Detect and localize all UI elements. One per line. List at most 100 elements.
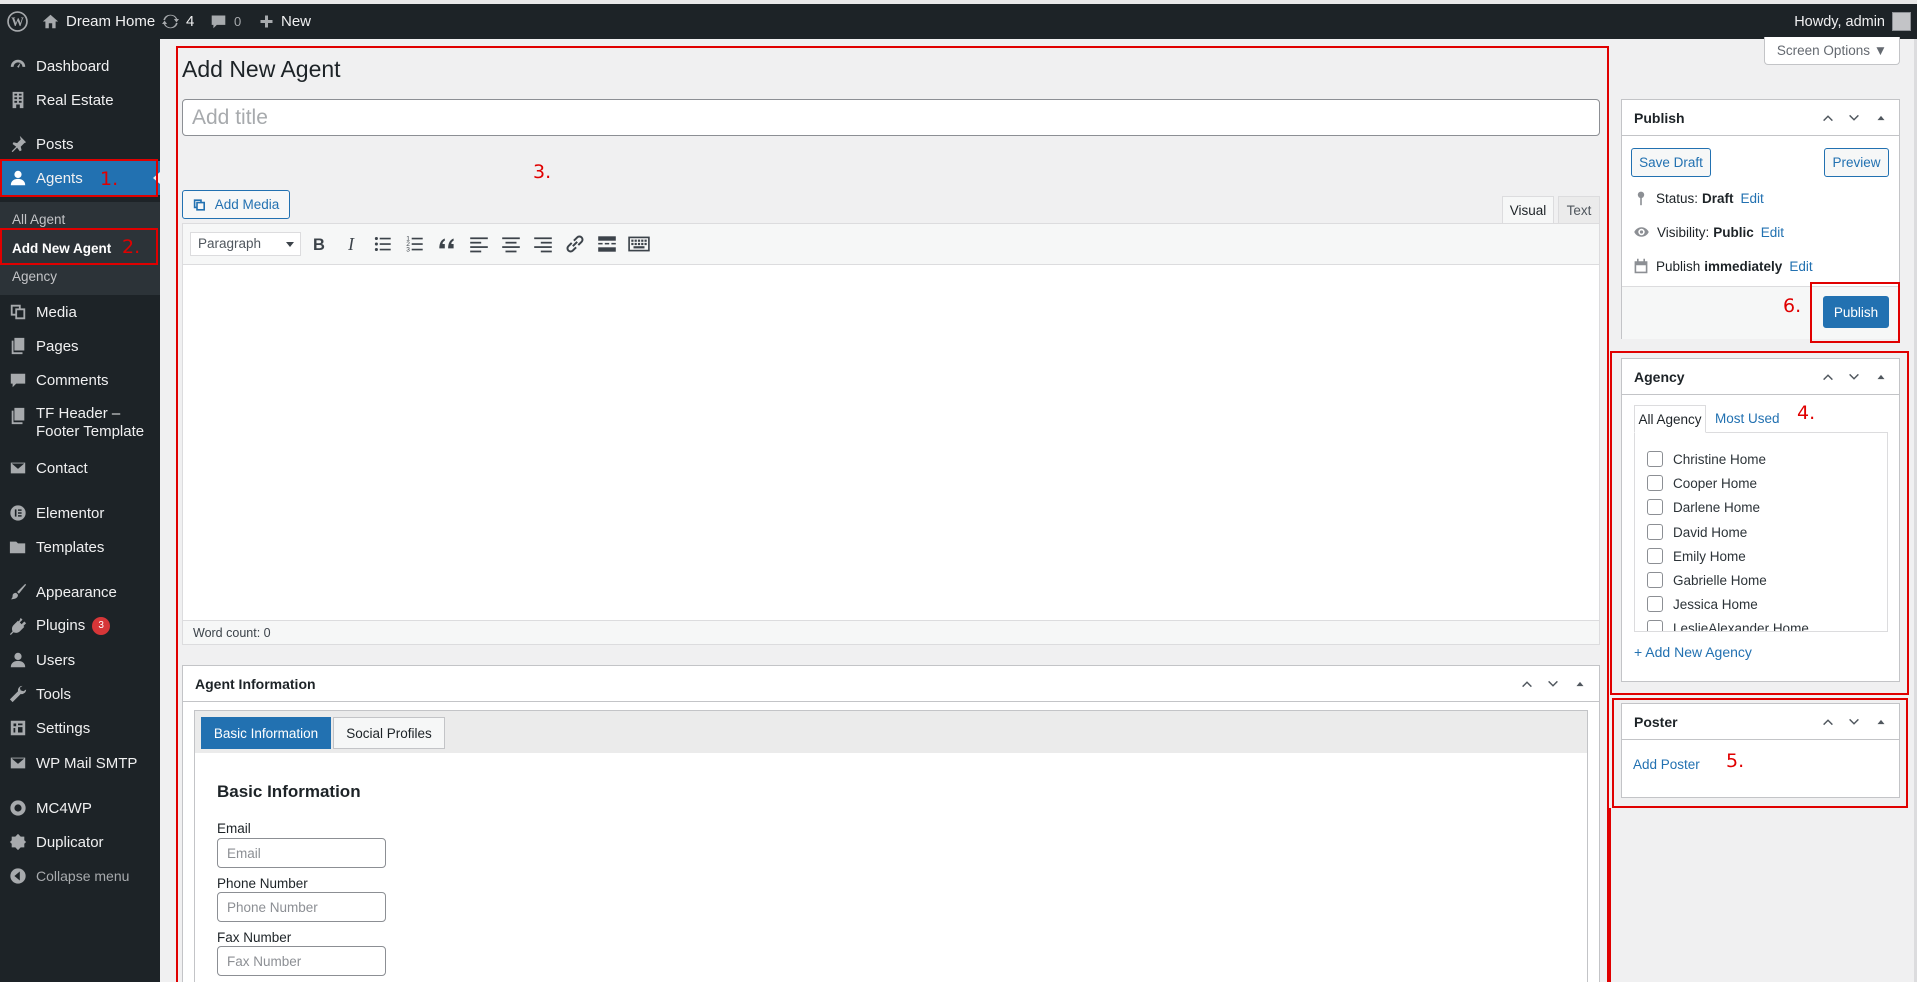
tab-social-profiles[interactable]: Social Profiles bbox=[333, 717, 445, 749]
bulleted-list-icon[interactable] bbox=[372, 233, 394, 255]
menu-mc4wp[interactable]: MC4WP bbox=[0, 791, 160, 825]
menu-contact[interactable]: Contact bbox=[0, 451, 160, 485]
menu-label: Templates bbox=[36, 538, 105, 556]
submenu-add-new-agent[interactable]: Add New Agent bbox=[12, 241, 111, 256]
menu-label: Media bbox=[36, 303, 77, 321]
menu-posts[interactable]: Posts bbox=[0, 127, 160, 161]
menu-real-estate[interactable]: Real Estate bbox=[0, 83, 160, 117]
menu-tools[interactable]: Tools bbox=[0, 677, 160, 711]
link-icon[interactable] bbox=[564, 233, 586, 255]
tab-text[interactable]: Text bbox=[1558, 196, 1600, 224]
menu-label: Dashboard bbox=[36, 57, 110, 75]
poster-box: Poster bbox=[1621, 703, 1900, 798]
edit-status-link[interactable]: Edit bbox=[1741, 191, 1764, 206]
mc4wp-icon bbox=[10, 800, 26, 816]
toggle-panel-icon[interactable] bbox=[1874, 715, 1888, 729]
move-down-icon[interactable] bbox=[1847, 715, 1861, 729]
phone-number-field[interactable] bbox=[217, 892, 386, 922]
menu-dashboard[interactable]: Dashboard bbox=[0, 49, 160, 83]
move-up-icon[interactable] bbox=[1821, 111, 1835, 125]
agency-checklist[interactable] bbox=[1634, 432, 1888, 632]
agent-tabs-panel bbox=[194, 710, 1588, 982]
pages-icon bbox=[11, 337, 25, 355]
post-title-input[interactable] bbox=[182, 99, 1600, 136]
status-value: Draft bbox=[1702, 190, 1734, 206]
tab-all-agency[interactable]: All Agency bbox=[1634, 405, 1706, 433]
editor-statusbar: Word count: 0 bbox=[183, 620, 1599, 644]
edit-publish-time-link[interactable]: Edit bbox=[1789, 259, 1812, 274]
menu-label: Appearance bbox=[36, 583, 117, 601]
basic-information-heading: Basic Information bbox=[217, 782, 361, 801]
menu-users[interactable]: Users bbox=[0, 643, 160, 677]
toggle-panel-icon[interactable] bbox=[1874, 111, 1888, 125]
toolbar-toggle-icon[interactable] bbox=[628, 233, 650, 255]
add-new-agency-link[interactable]: + Add New Agency bbox=[1634, 644, 1752, 660]
new-content-link[interactable]: New bbox=[259, 4, 311, 39]
editor-content-area[interactable] bbox=[183, 265, 1599, 621]
menu-plugins[interactable]: Plugins 3 bbox=[0, 609, 160, 643]
edit-visibility-link[interactable]: Edit bbox=[1761, 225, 1784, 240]
toggle-panel-icon[interactable] bbox=[1874, 370, 1888, 384]
move-down-icon[interactable] bbox=[1847, 370, 1861, 384]
save-draft-button[interactable]: Save Draft bbox=[1631, 148, 1711, 177]
blockquote-icon[interactable] bbox=[436, 233, 458, 255]
move-up-icon[interactable] bbox=[1821, 715, 1835, 729]
comments-link[interactable]: 0 bbox=[210, 4, 241, 39]
menu-appearance[interactable]: Appearance bbox=[0, 575, 160, 609]
collapse-menu-button[interactable]: Collapse menu bbox=[0, 859, 160, 893]
menu-tf-header-footer[interactable]: TF Header – Footer Template bbox=[0, 399, 160, 449]
users-icon bbox=[10, 652, 26, 668]
publish-button[interactable]: Publish bbox=[1823, 296, 1889, 328]
align-left-icon[interactable] bbox=[468, 233, 490, 255]
italic-icon[interactable]: I bbox=[340, 233, 362, 255]
menu-media[interactable]: Media bbox=[0, 295, 160, 329]
postbox-title: Publish bbox=[1634, 110, 1685, 126]
annotation-number-1: 1. bbox=[100, 168, 119, 190]
read-more-icon[interactable] bbox=[596, 233, 618, 255]
menu-label: Contact bbox=[36, 459, 88, 477]
tab-visual[interactable]: Visual bbox=[1502, 196, 1554, 224]
postbox-header: Agent Information bbox=[183, 666, 1599, 702]
email-field[interactable] bbox=[217, 838, 386, 868]
menu-settings[interactable]: Settings bbox=[0, 711, 160, 745]
submenu-all-agent[interactable]: All Agent bbox=[12, 212, 65, 227]
align-right-icon[interactable] bbox=[532, 233, 554, 255]
bold-icon[interactable]: B bbox=[308, 233, 330, 255]
screen-options-button[interactable]: Screen Options ▼ bbox=[1764, 37, 1900, 65]
add-media-button[interactable]: Add Media bbox=[182, 190, 290, 219]
move-down-icon[interactable] bbox=[1546, 677, 1560, 691]
menu-elementor[interactable]: Elementor bbox=[0, 496, 160, 530]
home-icon bbox=[42, 14, 59, 29]
fax-number-label: Fax Number bbox=[217, 930, 292, 945]
menu-wp-mail-smtp[interactable]: WP Mail SMTP bbox=[0, 746, 160, 780]
user-icon bbox=[10, 170, 26, 186]
submenu-agency[interactable]: Agency bbox=[12, 269, 57, 284]
my-account-link[interactable]: Howdy, admin bbox=[1794, 4, 1911, 39]
add-poster-link[interactable]: Add Poster bbox=[1633, 757, 1700, 772]
paragraph-format-select[interactable]: Paragraph bbox=[190, 232, 301, 256]
tab-basic-information[interactable]: Basic Information bbox=[201, 717, 331, 749]
menu-comments[interactable]: Comments bbox=[0, 363, 160, 397]
visibility-value: Public bbox=[1713, 224, 1754, 240]
move-up-icon[interactable] bbox=[1821, 370, 1835, 384]
move-up-icon[interactable] bbox=[1520, 677, 1534, 691]
numbered-list-icon[interactable]: 123 bbox=[404, 233, 426, 255]
preview-button[interactable]: Preview bbox=[1824, 148, 1889, 177]
elementor-icon bbox=[10, 505, 26, 521]
fax-number-field[interactable] bbox=[217, 946, 386, 976]
menu-templates[interactable]: Templates bbox=[0, 530, 160, 564]
site-name-link[interactable]: Dream Home bbox=[42, 4, 155, 39]
move-down-icon[interactable] bbox=[1847, 111, 1861, 125]
wordpress-logo-icon[interactable]: W bbox=[7, 4, 28, 39]
menu-label: Posts bbox=[36, 135, 74, 153]
tab-most-used[interactable]: Most Used bbox=[1715, 411, 1780, 426]
menu-duplicator[interactable]: Duplicator bbox=[0, 825, 160, 859]
annotation-number-2: 2. bbox=[122, 236, 141, 258]
align-center-icon[interactable] bbox=[500, 233, 522, 255]
menu-label: Pages bbox=[36, 337, 79, 355]
menu-pages[interactable]: Pages bbox=[0, 329, 160, 363]
toggle-panel-icon[interactable] bbox=[1573, 677, 1587, 691]
menu-label: Elementor bbox=[36, 504, 105, 522]
updates-link[interactable]: 4 bbox=[162, 4, 194, 39]
menu-agents[interactable]: Agents bbox=[0, 161, 160, 195]
